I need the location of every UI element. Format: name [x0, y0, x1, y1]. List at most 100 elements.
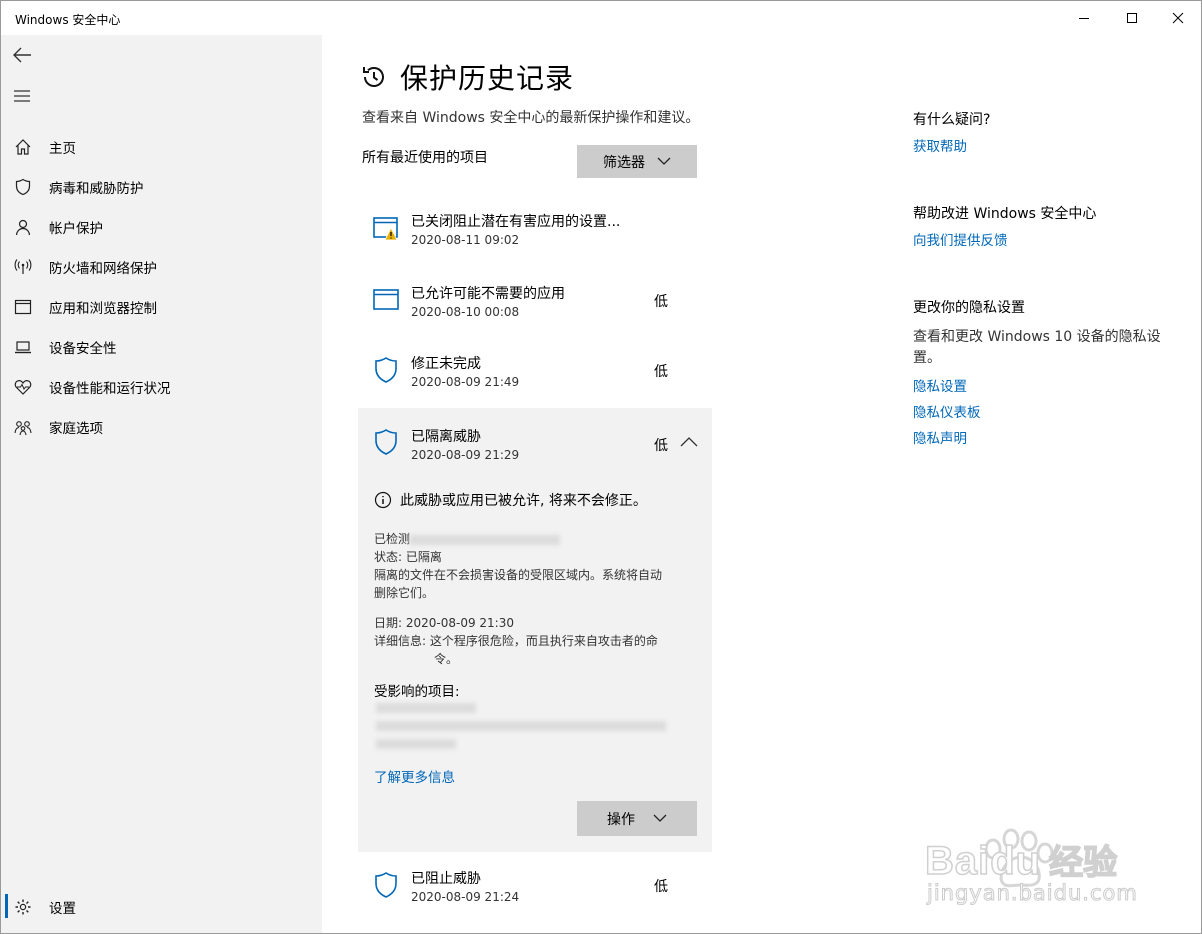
watermark-cn: 经验	[1048, 842, 1118, 884]
history-item[interactable]: 已允许可能不需要的应用 2020-08-10 00:08 低	[358, 268, 712, 336]
app-window: Windows 安全中心 主页 病毒和威胁防护 帐户保护 防火墙和网络保护 应用…	[0, 0, 1202, 934]
app-window-icon	[373, 289, 399, 310]
history-item-date: 2020-08-09 21:24	[411, 890, 520, 904]
laptop-icon	[14, 338, 32, 356]
filter-button-label: 筛选器	[603, 154, 645, 171]
sidebar-item-label: 主页	[49, 141, 76, 157]
sidebar-item-label: 应用和浏览器控制	[49, 301, 157, 317]
history-item-title: 已阻止威胁	[411, 871, 481, 887]
quarantine-desc: 隔离的文件在不会损害设备的受限区域内。系统将自动	[374, 568, 663, 582]
learn-more-link[interactable]: 了解更多信息	[374, 766, 455, 786]
privacy-dashboard-link[interactable]: 隐私仪表板	[913, 401, 981, 421]
history-icon	[363, 67, 384, 87]
privacy-heading: 更改你的隐私设置	[913, 300, 1025, 316]
sidebar-item-firewall[interactable]: 防火墙和网络保护	[1, 248, 322, 286]
sidebar-item-label: 设备安全性	[49, 341, 117, 357]
severity-label: 低	[654, 294, 668, 310]
info-text: 此威胁或应用已被允许, 将来不会修正。	[400, 493, 647, 509]
shield-icon	[375, 872, 397, 898]
page-title: 保护历史记录	[400, 62, 575, 95]
hamburger-icon	[14, 90, 30, 102]
sidebar-item-label: 病毒和威胁防护	[49, 181, 144, 197]
improve-heading: 帮助改进 Windows 安全中心	[913, 206, 1097, 222]
history-item-title: 已隔离威胁	[411, 429, 481, 445]
actions-button[interactable]: 操作	[577, 801, 697, 836]
sidebar-item-label: 防火墙和网络保护	[49, 261, 157, 277]
severity-label: 低	[654, 364, 668, 380]
title-bar: Windows 安全中心	[1, 1, 1201, 35]
recent-items-label: 所有最近使用的项目	[362, 150, 488, 166]
sidebar-item-label: 设备性能和运行状况	[49, 381, 171, 397]
shield-icon	[14, 178, 32, 196]
window-title: Windows 安全中心	[15, 13, 121, 27]
hamburger-menu-button[interactable]	[11, 87, 33, 105]
actions-button-label: 操作	[607, 811, 635, 828]
detected-label: 已检测	[374, 532, 411, 546]
history-item-date: 2020-08-11 09:02	[411, 233, 520, 247]
chevron-down-icon	[657, 157, 671, 165]
status-line: 状态: 已隔离	[374, 550, 442, 564]
sidebar-item-home[interactable]: 主页	[1, 128, 322, 166]
privacy-settings-link[interactable]: 隐私设置	[913, 375, 967, 395]
affected-items-label: 受影响的项目:	[374, 684, 460, 700]
info-icon	[374, 491, 392, 509]
minimize-icon	[1079, 17, 1089, 19]
history-item[interactable]: 已阻止威胁 2020-08-09 21:24 低	[358, 853, 712, 921]
baidu-jingyan-watermark: Baidu 经验 jingyan.baidu.com	[923, 821, 1163, 911]
chevron-down-icon	[653, 814, 667, 822]
sidebar-item-label: 设置	[49, 901, 76, 917]
sidebar-item-settings[interactable]: 设置	[1, 888, 322, 926]
history-item-date: 2020-08-10 00:08	[411, 305, 520, 319]
feedback-link[interactable]: 向我们提供反馈	[913, 229, 1008, 249]
home-icon	[14, 138, 32, 156]
severity-label: 低	[654, 879, 668, 895]
expanded-history-item: 已隔离威胁 2020-08-09 21:29 低 此威胁或应用已被允许, 将来不…	[358, 408, 712, 852]
chevron-up-icon[interactable]	[680, 436, 698, 448]
filter-button[interactable]: 筛选器	[577, 145, 697, 178]
history-item-title: 已关闭阻止潜在有害应用的设置...	[411, 214, 621, 230]
wireless-icon	[14, 258, 32, 276]
get-help-link[interactable]: 获取帮助	[913, 135, 967, 155]
close-icon	[1172, 12, 1184, 24]
history-item-date: 2020-08-09 21:49	[411, 375, 520, 389]
back-button[interactable]	[9, 41, 37, 69]
sidebar-item-device-security[interactable]: 设备安全性	[1, 328, 322, 366]
family-icon	[14, 418, 32, 436]
minimize-button[interactable]	[1061, 1, 1107, 35]
sidebar-item-label: 帐户保护	[49, 221, 103, 237]
history-item[interactable]: 已关闭阻止潜在有害应用的设置... 2020-08-11 09:02	[358, 196, 712, 264]
watermark-url: jingyan.baidu.com	[927, 881, 1138, 906]
shield-icon	[375, 357, 397, 383]
sidebar-item-device-health[interactable]: 设备性能和运行状况	[1, 368, 322, 406]
close-button[interactable]	[1155, 1, 1201, 35]
date-line: 日期: 2020-08-09 21:30	[374, 616, 514, 630]
detected-line: 已检测	[374, 530, 561, 548]
info-message: 此威胁或应用已被允许, 将来不会修正。	[374, 490, 647, 510]
history-item[interactable]: 修正未完成 2020-08-09 21:49 低	[358, 338, 712, 406]
history-item-title: 已允许可能不需要的应用	[411, 286, 565, 302]
history-item-date: 2020-08-09 21:29	[411, 448, 520, 462]
question-heading: 有什么疑问?	[913, 112, 991, 128]
sidebar: 主页 病毒和威胁防护 帐户保护 防火墙和网络保护 应用和浏览器控制 设备安全性 …	[1, 35, 322, 933]
privacy-description: 查看和更改 Windows 10 设备的隐私设置。	[913, 329, 1161, 366]
heart-pulse-icon	[14, 378, 32, 396]
gear-icon	[14, 898, 32, 916]
sidebar-item-account-protection[interactable]: 帐户保护	[1, 208, 322, 246]
sidebar-item-app-browser-control[interactable]: 应用和浏览器控制	[1, 288, 322, 326]
severity-label: 低	[654, 438, 668, 454]
page-header: 保护历史记录	[360, 57, 574, 97]
sidebar-item-family-options[interactable]: 家庭选项	[1, 408, 322, 446]
redacted-threat-name	[410, 534, 561, 545]
details-line: 详细信息: 这个程序很危险，而且执行来自攻击者的命	[374, 634, 658, 648]
quarantine-desc-cont: 删除它们。	[374, 586, 435, 600]
history-item-title: 修正未完成	[411, 356, 481, 372]
details-line-cont: 令。	[434, 652, 459, 666]
sidebar-item-virus-protection[interactable]: 病毒和威胁防护	[1, 168, 322, 206]
main-content: 保护历史记录 查看来自 Windows 安全中心的最新保护操作和建议。 所有最近…	[322, 35, 882, 933]
sidebar-item-label: 家庭选项	[49, 421, 103, 437]
maximize-button[interactable]	[1109, 1, 1155, 35]
browser-window-icon	[14, 298, 32, 316]
privacy-statement-link[interactable]: 隐私声明	[913, 427, 967, 447]
person-icon	[14, 218, 32, 236]
redacted-affected-path	[376, 703, 666, 749]
